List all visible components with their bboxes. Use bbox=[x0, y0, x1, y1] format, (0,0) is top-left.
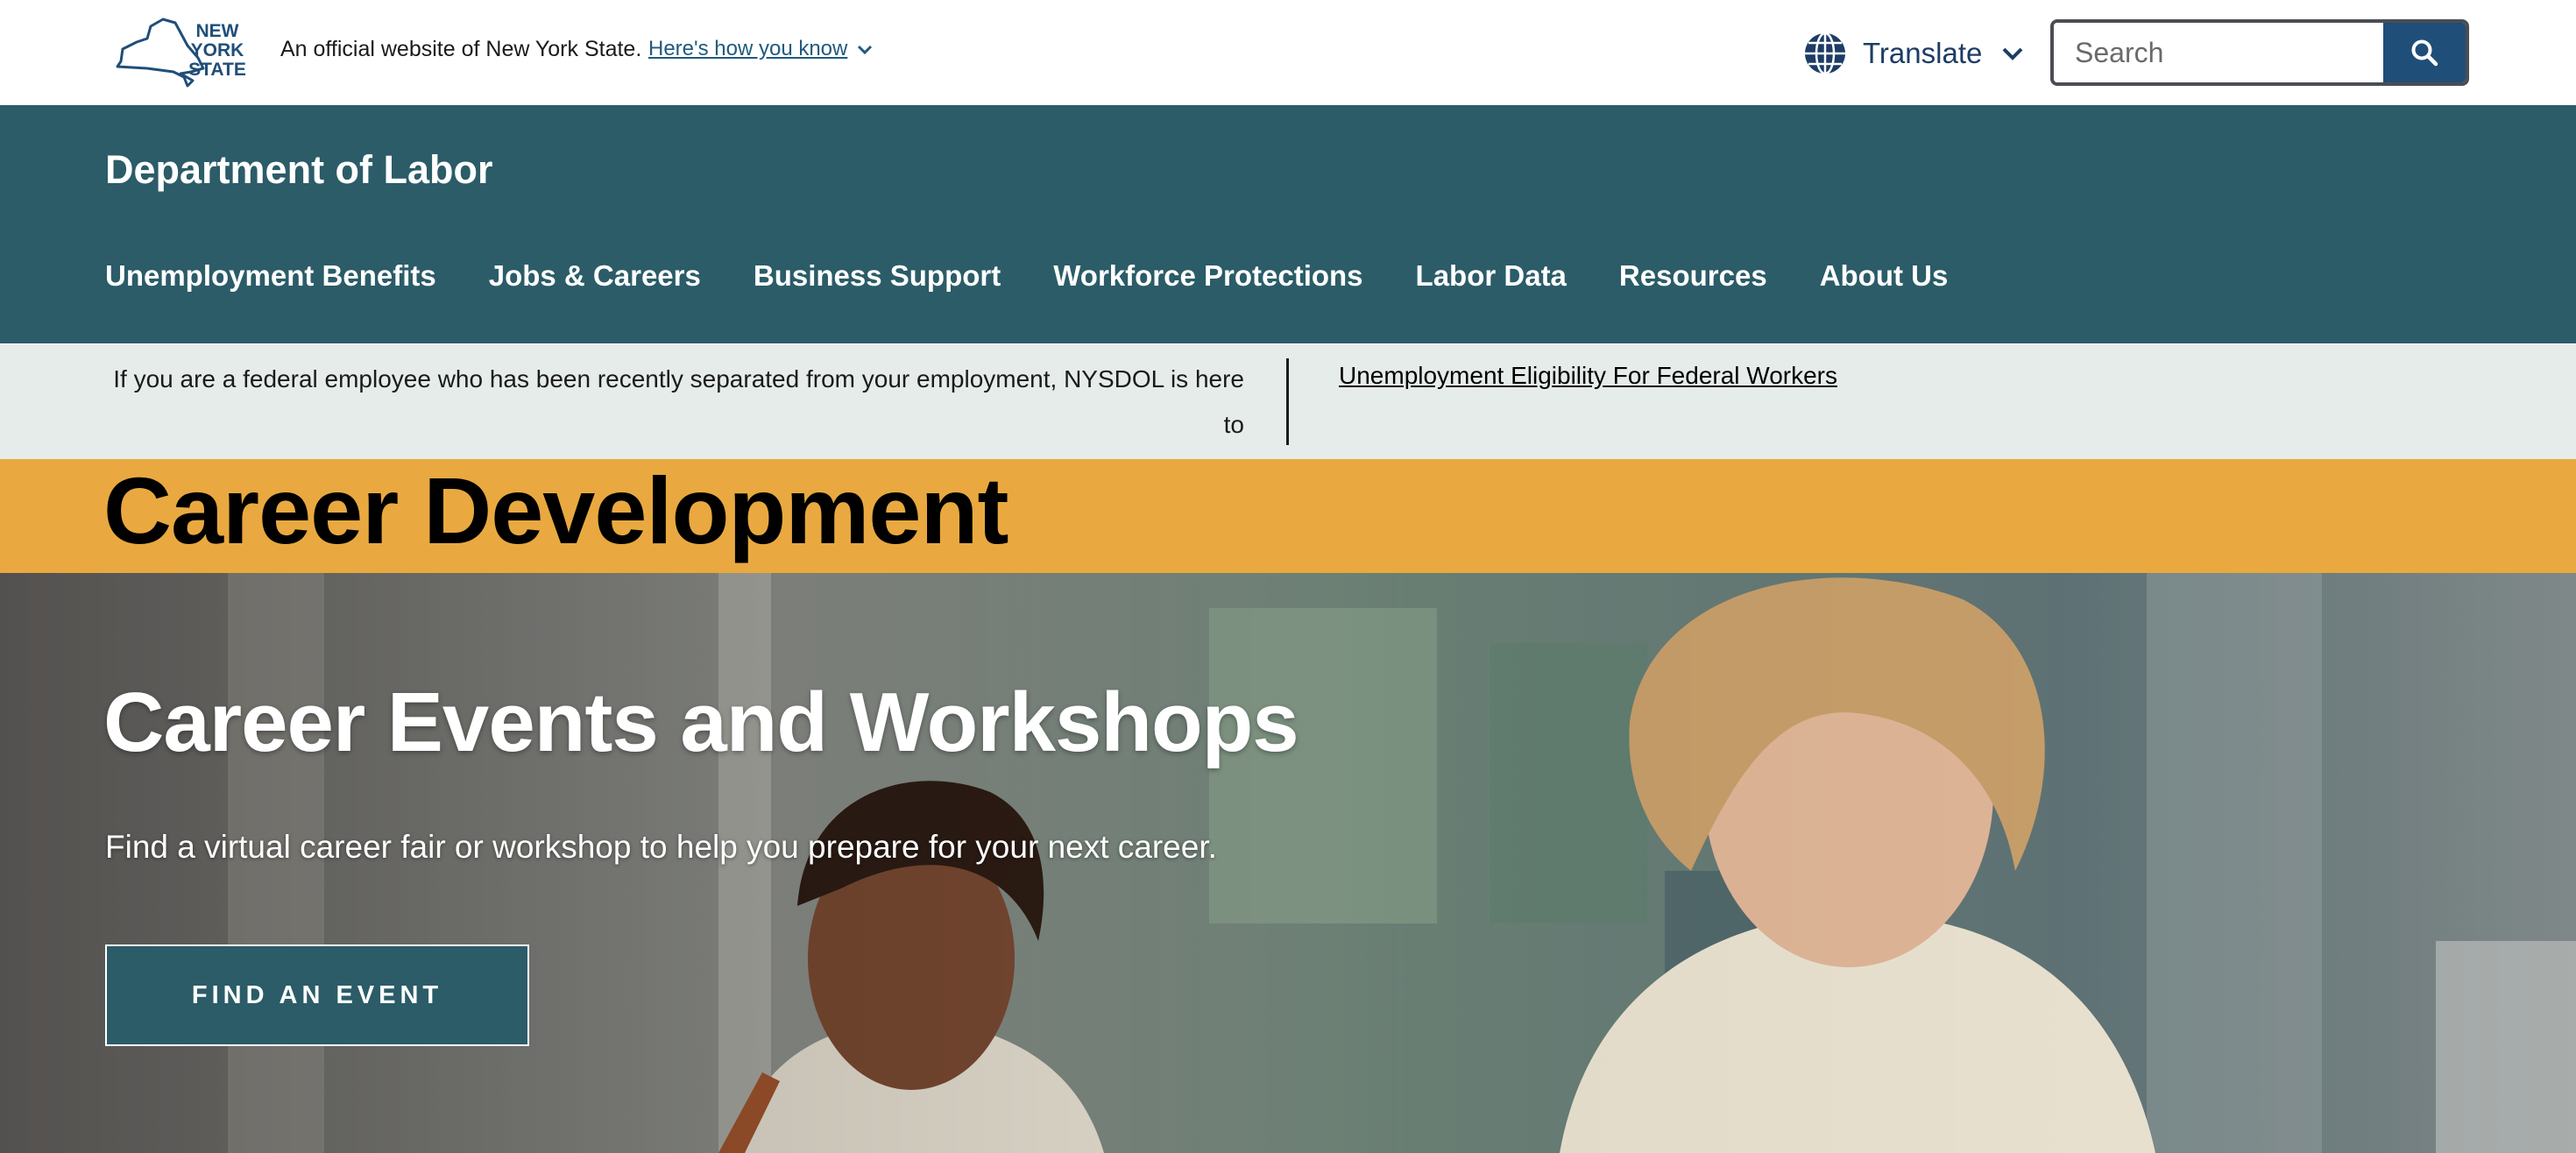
search-icon bbox=[2411, 39, 2438, 67]
nav-item-unemployment-benefits[interactable]: Unemployment Benefits bbox=[105, 259, 436, 293]
agency-title[interactable]: Department of Labor bbox=[105, 147, 493, 193]
federal-workers-eligibility-link[interactable]: Unemployment Eligibility For Federal Wor… bbox=[1339, 362, 1837, 390]
search-form bbox=[2050, 19, 2469, 86]
nav-item-resources[interactable]: Resources bbox=[1619, 259, 1767, 293]
nav-item-workforce-protections[interactable]: Workforce Protections bbox=[1053, 259, 1362, 293]
alert-message-line: If you are a federal employee who has be… bbox=[113, 365, 1244, 438]
agency-header: Department of Labor Unemployment Benefit… bbox=[0, 105, 2576, 343]
page-title: Career Development bbox=[103, 457, 1008, 563]
find-event-button-label: FIND AN EVENT bbox=[191, 980, 443, 1009]
nys-universal-header: NEW YORK STATE An official website of Ne… bbox=[0, 0, 2576, 105]
hero-subtitle: Find a virtual career fair or workshop t… bbox=[105, 829, 1217, 865]
translate-label: Translate bbox=[1863, 37, 1983, 69]
svg-text:STATE: STATE bbox=[188, 60, 246, 80]
chevron-down-icon bbox=[2002, 47, 2023, 60]
chevron-down-icon[interactable] bbox=[856, 43, 874, 57]
nav-item-jobs-careers[interactable]: Jobs & Careers bbox=[489, 259, 701, 293]
official-website-text: An official website of New York State. bbox=[280, 37, 642, 61]
svg-text:YORK: YORK bbox=[191, 40, 244, 60]
hero-banner: Career Events and Workshops Find a virtu… bbox=[0, 573, 2576, 1153]
federal-employee-alert: If you are a federal employee who has be… bbox=[0, 344, 2576, 484]
how-you-know-link[interactable]: Here's how you know bbox=[648, 37, 847, 61]
search-button[interactable] bbox=[2383, 23, 2466, 82]
translate-button[interactable]: Translate bbox=[1803, 28, 2024, 79]
nav-item-labor-data[interactable]: Labor Data bbox=[1416, 259, 1567, 293]
nav-item-about-us[interactable]: About Us bbox=[1820, 259, 1949, 293]
svg-text:NEW: NEW bbox=[196, 21, 239, 41]
hero-title: Career Events and Workshops bbox=[103, 676, 1299, 769]
nys-logo[interactable]: NEW YORK STATE bbox=[112, 11, 252, 93]
page-title-band: Career Development bbox=[0, 457, 2576, 573]
search-input[interactable] bbox=[2054, 23, 2383, 82]
alert-divider bbox=[1286, 358, 1289, 445]
main-navigation: Unemployment Benefits Jobs & Careers Bus… bbox=[105, 259, 2000, 293]
nav-item-business-support[interactable]: Business Support bbox=[754, 259, 1001, 293]
globe-icon bbox=[1805, 32, 1845, 75]
find-event-button[interactable]: FIND AN EVENT bbox=[105, 944, 529, 1046]
